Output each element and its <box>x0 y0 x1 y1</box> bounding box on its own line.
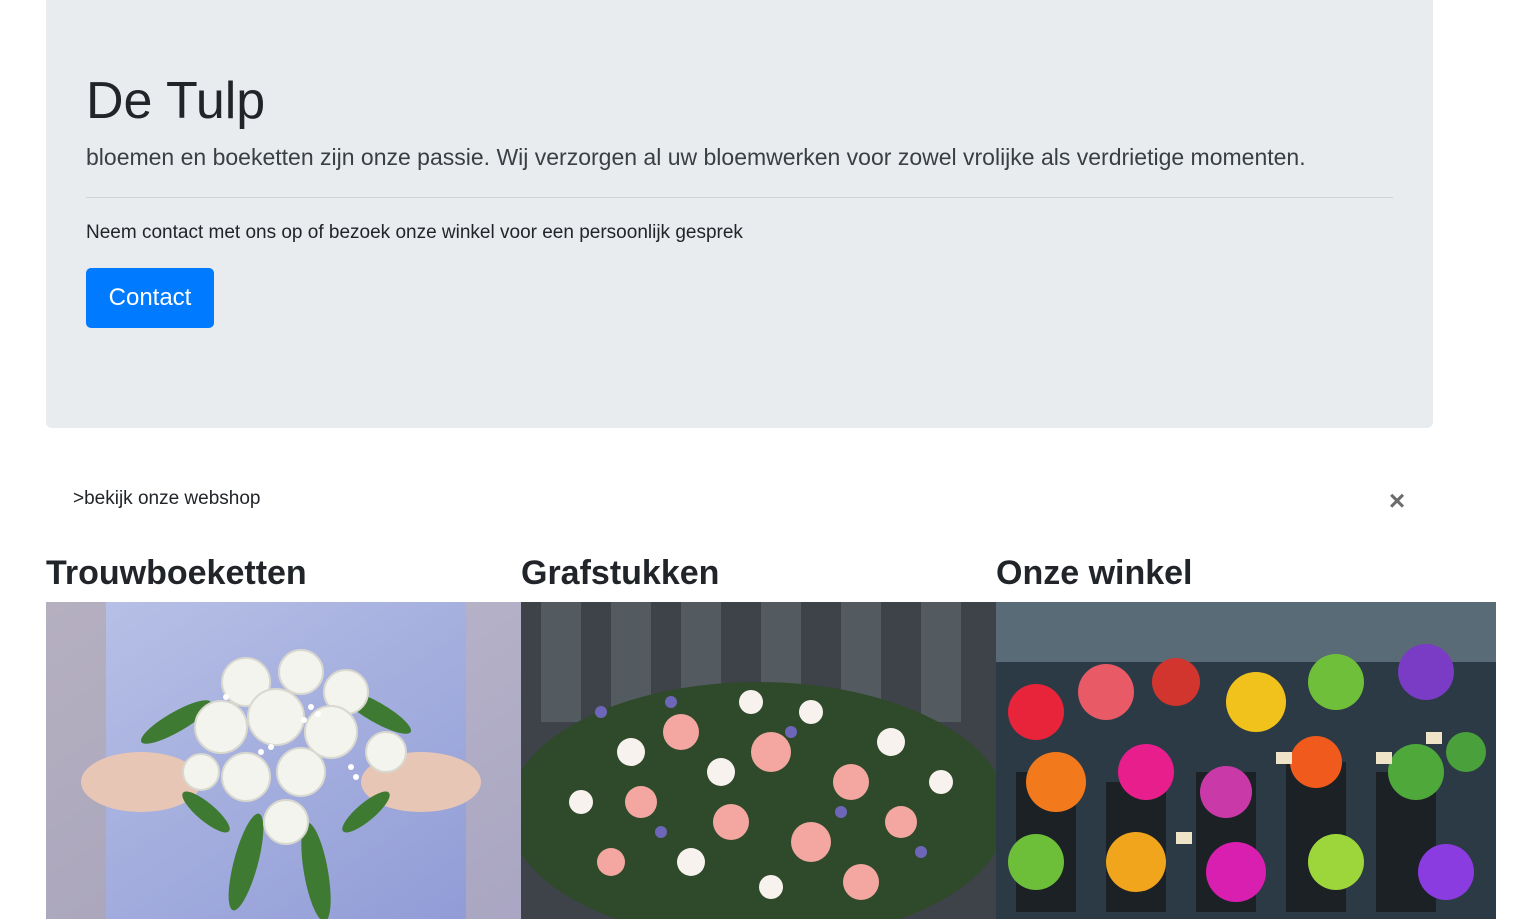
card-title: Grafstukken <box>521 554 720 592</box>
contact-button[interactable]: Contact <box>86 268 214 328</box>
card-onze-winkel: Onze winkel <box>996 548 1496 919</box>
hero-subtext: Neem contact met ons op of bezoek onze w… <box>86 222 743 243</box>
webshop-alert: >bekijk onze webshop × <box>46 478 1433 524</box>
card-trouwboeketten: Trouwboeketten <box>46 548 521 919</box>
hero-lead-text: bloemen en boeketten zijn onze passie. W… <box>86 144 1306 170</box>
hero-divider <box>86 197 1393 198</box>
funeral-arrangement-photo <box>521 602 996 919</box>
webshop-link[interactable]: >bekijk onze webshop <box>73 488 261 510</box>
card-title: Onze winkel <box>996 554 1193 592</box>
wedding-bouquet-photo <box>46 602 521 919</box>
card-grafstukken: Grafstukken <box>521 548 996 919</box>
close-icon[interactable]: × <box>1382 484 1412 518</box>
card-title: Trouwboeketten <box>46 554 307 592</box>
hero-jumbotron: De Tulp bloemen en boeketten zijn onze p… <box>46 0 1433 428</box>
site-title: De Tulp <box>86 72 266 130</box>
flower-shop-photo <box>996 602 1496 919</box>
